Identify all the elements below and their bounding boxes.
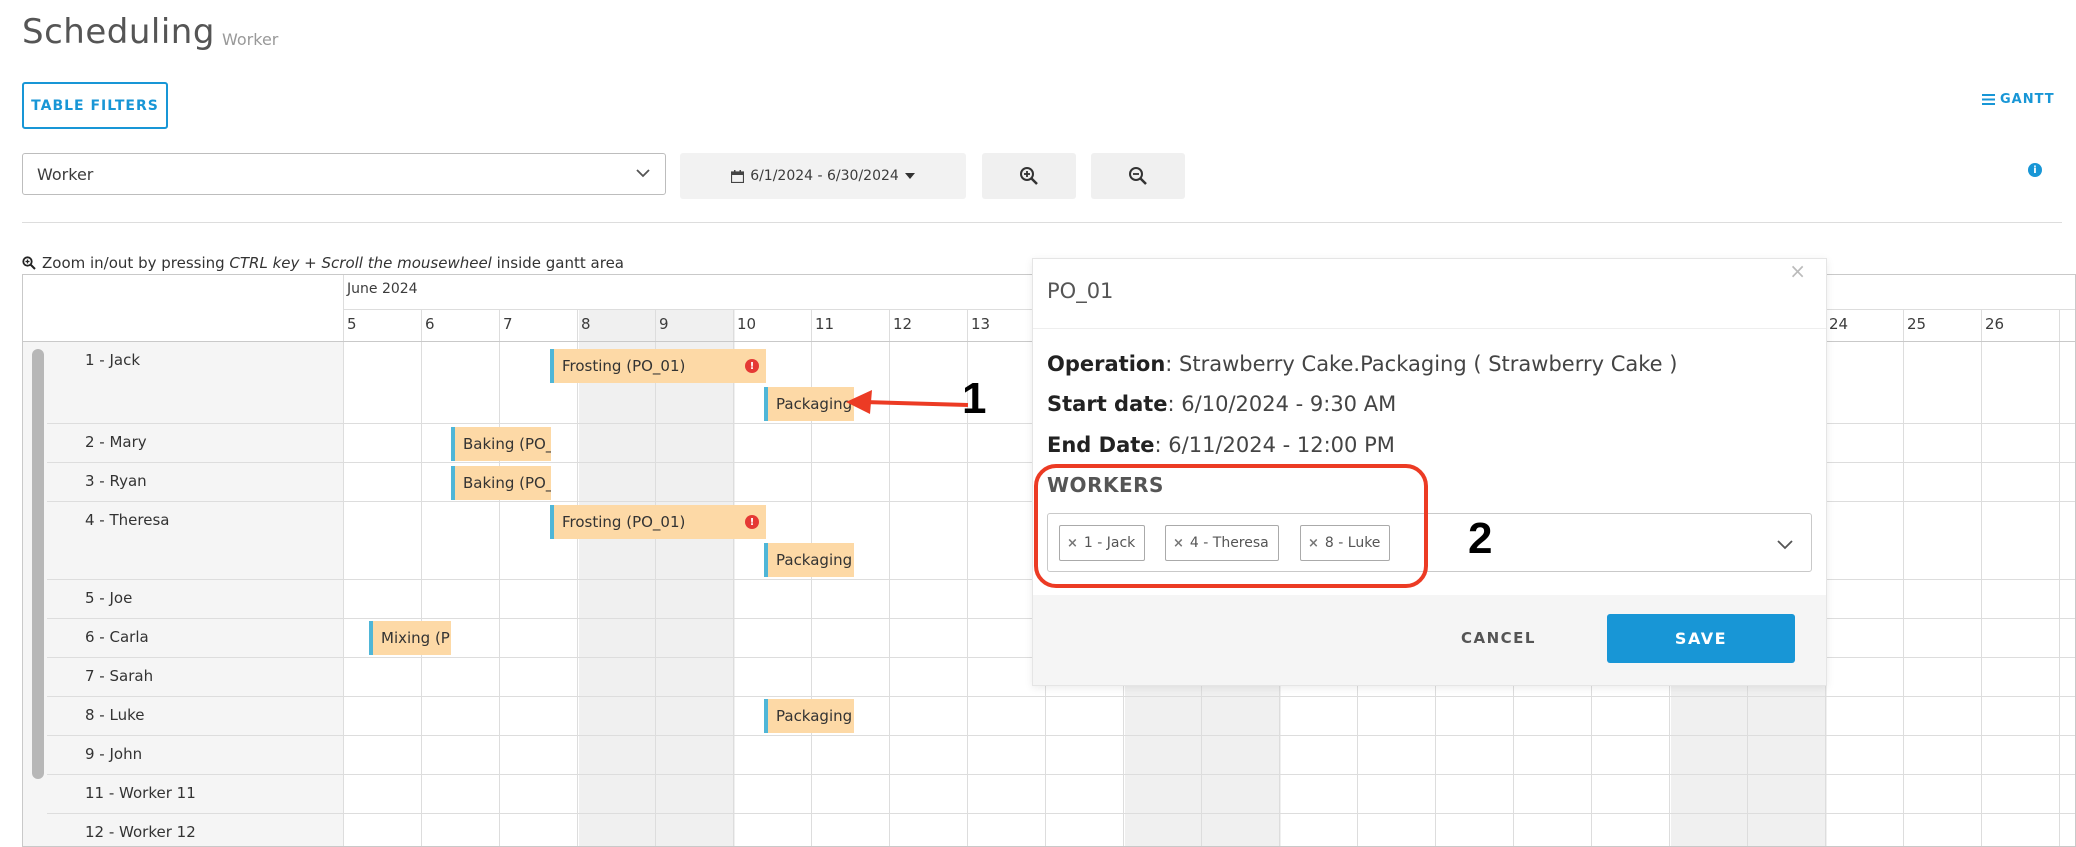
- day-label: 9: [659, 315, 669, 333]
- grid-column-line: [343, 275, 344, 846]
- day-label: 11: [815, 315, 835, 333]
- grid-column-line: [655, 309, 656, 846]
- gantt-icon: [1982, 94, 1995, 105]
- search-icon: [22, 256, 36, 270]
- task-bar[interactable]: Mixing (P: [369, 621, 451, 655]
- row-label: 7 - Sarah: [85, 667, 154, 685]
- row-label: 11 - Worker 11: [85, 784, 196, 802]
- day-label: 24: [1829, 315, 1849, 333]
- table-filters-button[interactable]: TABLE FILTERS: [22, 82, 168, 129]
- task-bar[interactable]: Baking (PO_: [451, 427, 551, 461]
- zoom-hint-suffix: inside gantt area: [491, 254, 624, 272]
- task-bar[interactable]: Packaging: [764, 543, 854, 577]
- day-label: 26: [1985, 315, 2005, 333]
- day-label: 10: [737, 315, 757, 333]
- row-label: 12 - Worker 12: [85, 823, 196, 841]
- close-icon[interactable]: ×: [1789, 259, 1806, 283]
- task-bar[interactable]: Frosting (PO_01): [550, 505, 766, 539]
- day-label: 12: [893, 315, 913, 333]
- row-label: 4 - Theresa: [85, 511, 170, 529]
- info-icon[interactable]: i: [2028, 163, 2042, 177]
- grid-column-line: [499, 309, 500, 846]
- task-bar[interactable]: Frosting (PO_01): [550, 349, 766, 383]
- task-bar[interactable]: Packaging: [764, 699, 854, 733]
- start-date-row: Start date: 6/10/2024 - 9:30 AM: [1047, 392, 1397, 416]
- gantt-month-label: June 2024: [347, 281, 418, 297]
- divider: [22, 222, 2062, 223]
- day-label: 25: [1907, 315, 1927, 333]
- task-bar[interactable]: Baking (PO_: [451, 466, 551, 500]
- zoom-hint: Zoom in/out by pressing CTRL key + Scrol…: [22, 254, 624, 272]
- resource-panel: [23, 341, 343, 846]
- page-subtitle: Worker: [222, 30, 279, 49]
- date-range-button[interactable]: 6/1/2024 - 6/30/2024: [680, 153, 966, 199]
- grid-column-line: [1903, 309, 1904, 846]
- grid-row-line: [47, 696, 2075, 697]
- day-label: 6: [425, 315, 435, 333]
- zoom-out-icon: [1129, 167, 1147, 185]
- popup-title: PO_01: [1047, 279, 1114, 303]
- day-label: 8: [581, 315, 591, 333]
- annotation-arrow: [846, 390, 969, 414]
- cancel-button[interactable]: CANCEL: [1461, 629, 1536, 647]
- view-select-value: Worker: [37, 164, 94, 184]
- day-label: 7: [503, 315, 513, 333]
- grid-column-line: [421, 309, 422, 846]
- zoom-in-button[interactable]: [982, 153, 1076, 199]
- day-label: 13: [971, 315, 991, 333]
- zoom-in-icon: [1020, 167, 1038, 185]
- gantt-scrollbar[interactable]: [32, 349, 44, 779]
- row-label: 2 - Mary: [85, 433, 147, 451]
- date-range-value: 6/1/2024 - 6/30/2024: [750, 168, 899, 184]
- annotation-label-1: 1: [962, 374, 987, 423]
- row-label: 1 - Jack: [85, 351, 141, 369]
- zoom-hint-prefix: Zoom in/out by pressing: [42, 254, 230, 272]
- warning-icon: !: [745, 359, 759, 373]
- grid-column-line: [577, 309, 578, 846]
- row-label: 6 - Carla: [85, 628, 149, 646]
- grid-column-line: [1981, 309, 1982, 846]
- annotation-highlight: [1034, 464, 1428, 588]
- grid-row-line: [47, 813, 2075, 814]
- grid-row-line: [47, 735, 2075, 736]
- zoom-out-button[interactable]: [1091, 153, 1185, 199]
- day-label: 5: [347, 315, 357, 333]
- grid-row-line: [47, 774, 2075, 775]
- save-button[interactable]: SAVE: [1607, 614, 1795, 663]
- row-label: 5 - Joe: [85, 589, 133, 607]
- chevron-down-icon: [636, 169, 650, 178]
- calendar-icon: [731, 169, 745, 183]
- gantt-label: GANTT: [2000, 92, 2055, 107]
- row-label: 8 - Luke: [85, 706, 145, 724]
- end-date-row: End Date: 6/11/2024 - 12:00 PM: [1047, 433, 1395, 457]
- zoom-hint-key: CTRL key + Scroll the mousewheel: [229, 254, 492, 272]
- grid-column-line: [733, 309, 734, 846]
- divider: [1033, 328, 1826, 329]
- page-title: Scheduling: [22, 12, 215, 52]
- caret-down-icon: [904, 173, 915, 179]
- annotation-label-2: 2: [1468, 514, 1493, 563]
- gantt-view-link[interactable]: GANTT: [1982, 92, 2055, 107]
- row-label: 3 - Ryan: [85, 472, 147, 490]
- chevron-down-icon[interactable]: [1775, 534, 1795, 554]
- view-select[interactable]: Worker: [22, 153, 666, 195]
- warning-icon: !: [745, 515, 759, 529]
- row-label: 9 - John: [85, 745, 143, 763]
- grid-column-line: [2059, 309, 2060, 846]
- task-bar[interactable]: Packaging: [764, 387, 854, 421]
- operation-row: Operation: Strawberry Cake.Packaging ( S…: [1047, 352, 1678, 376]
